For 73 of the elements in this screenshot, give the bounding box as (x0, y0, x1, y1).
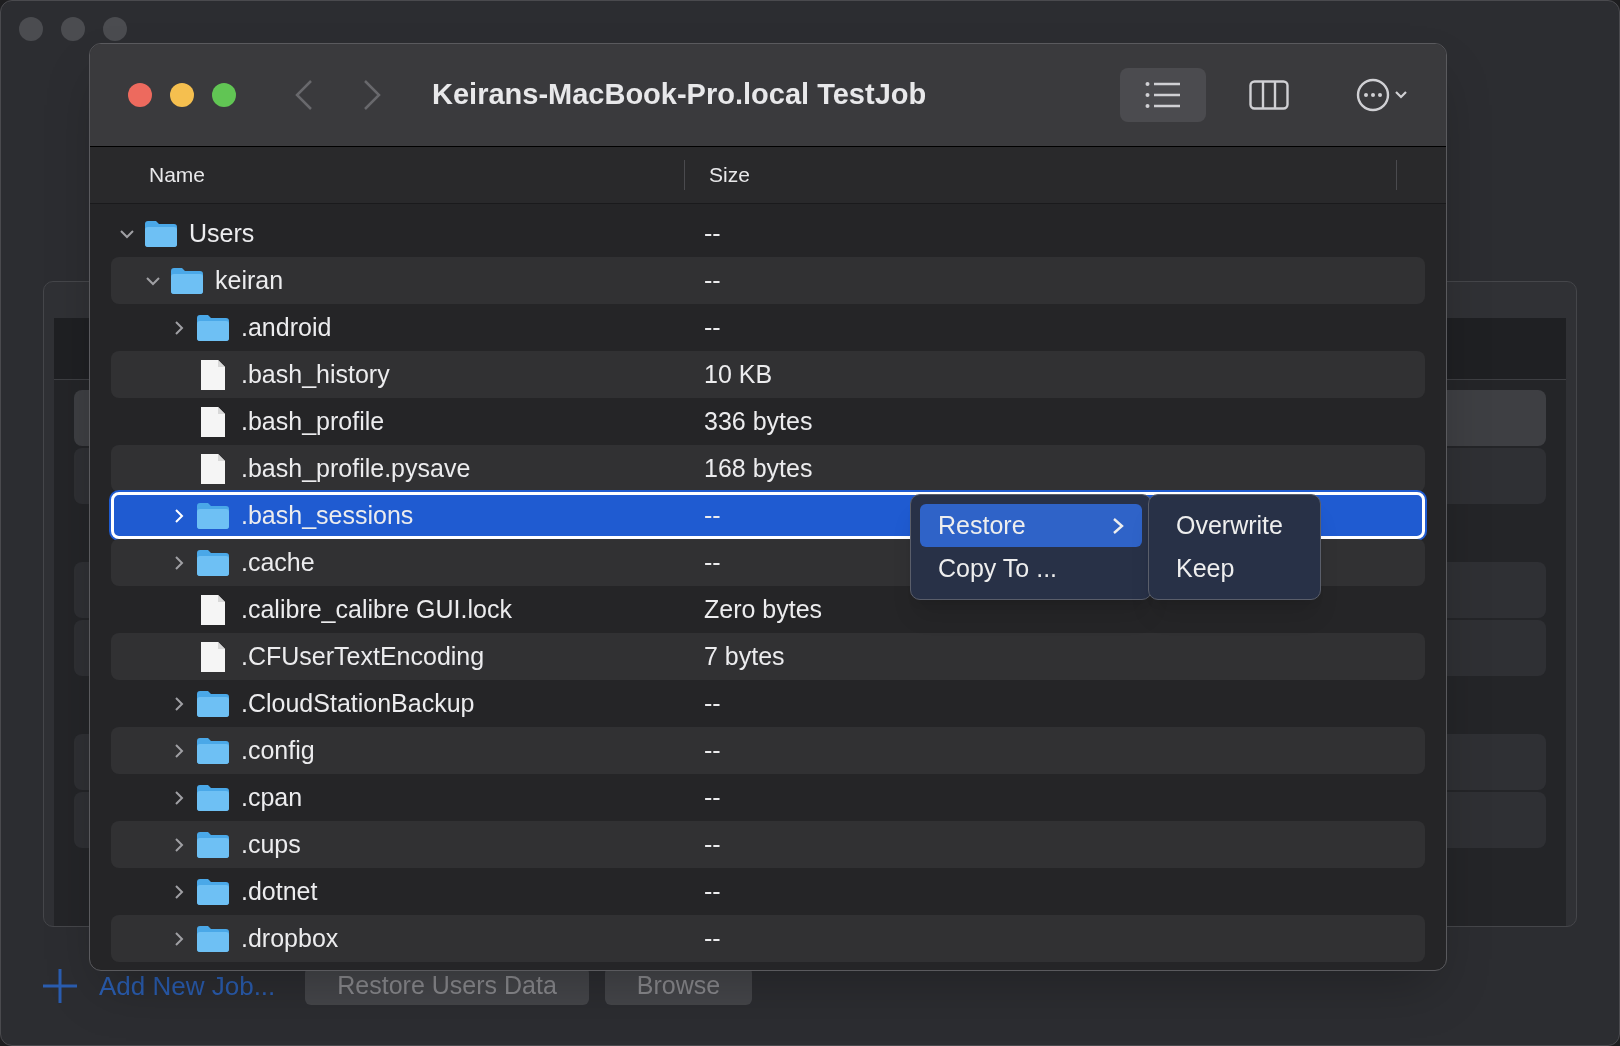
file-size: -- (704, 499, 721, 531)
folder-icon (196, 501, 230, 530)
zoom-icon[interactable] (212, 83, 236, 107)
folder-icon (196, 924, 230, 953)
file-row[interactable]: .CloudStationBackup -- (111, 680, 1425, 727)
document-icon (200, 358, 226, 391)
file-size: -- (704, 217, 721, 249)
file-row[interactable]: keiran -- (111, 257, 1425, 304)
file-row[interactable]: .cpan -- (111, 774, 1425, 821)
file-name: .cache (241, 546, 315, 578)
file-size: 168 bytes (704, 452, 813, 484)
file-name: .bash_history (241, 358, 390, 390)
document-icon (200, 405, 226, 438)
file-size: -- (704, 546, 721, 578)
file-row[interactable]: .bash_profile 336 bytes (111, 398, 1425, 445)
file-row[interactable]: .bash_history 10 KB (111, 351, 1425, 398)
file-name: .bash_sessions (241, 499, 414, 531)
folder-icon (144, 219, 178, 248)
file-name: .cpan (241, 781, 303, 813)
document-icon (200, 640, 226, 673)
folder-icon (196, 689, 230, 718)
file-row[interactable]: .android -- (111, 304, 1425, 351)
file-size: -- (704, 781, 721, 813)
file-size: -- (704, 687, 721, 719)
file-name: .CFUserTextEncoding (241, 640, 485, 672)
file-row[interactable]: .config -- (111, 727, 1425, 774)
column-header[interactable]: Name (90, 159, 684, 191)
file-name: .calibre_calibre GUI.lock (241, 593, 512, 625)
file-size: 336 bytes (704, 405, 813, 437)
file-row[interactable]: .dropbox -- (111, 915, 1425, 962)
folder-icon (196, 736, 230, 765)
close-icon[interactable] (128, 83, 152, 107)
file-size: 7 bytes (704, 640, 785, 672)
file-name: Users (189, 217, 255, 249)
list-view-button[interactable] (1120, 68, 1206, 122)
file-name: .android (241, 311, 332, 343)
file-size: -- (704, 922, 721, 954)
file-row[interactable]: .bash_profile.pysave 168 bytes (111, 445, 1425, 492)
file-name: .dropbox (241, 922, 339, 954)
folder-icon (170, 266, 204, 295)
file-name: .bash_profile.pysave (241, 452, 471, 484)
file-size: -- (704, 734, 721, 766)
file-name: .config (241, 734, 315, 766)
folder-icon (196, 877, 230, 906)
file-row[interactable]: .CFUserTextEncoding 7 bytes (111, 633, 1425, 680)
file-size: -- (704, 264, 721, 296)
file-size: Zero bytes (704, 593, 823, 625)
more-options-icon[interactable] (1356, 78, 1408, 112)
document-icon (200, 593, 226, 626)
columns-icon (1249, 80, 1289, 110)
file-size: -- (704, 311, 721, 343)
file-name: .bash_profile (241, 405, 385, 437)
file-row[interactable]: .cups -- (111, 821, 1425, 868)
file-size: 10 KB (704, 358, 773, 390)
file-size: -- (704, 875, 721, 907)
document-icon (200, 452, 226, 485)
file-name: .CloudStationBackup (241, 687, 475, 719)
plus-icon (43, 969, 77, 1003)
folder-icon (196, 783, 230, 812)
file-name: keiran (215, 264, 284, 296)
window-title: Keirans-MacBook-Pro.local TestJob (432, 77, 927, 113)
folder-icon (196, 313, 230, 342)
file-row[interactable]: .dotnet -- (111, 868, 1425, 915)
column-header[interactable]: Size (685, 159, 1396, 191)
list-icon (1145, 82, 1181, 108)
file-row[interactable]: Users -- (111, 210, 1425, 257)
folder-icon (196, 548, 230, 577)
file-name: .dotnet (241, 875, 318, 907)
file-name: .cups (241, 828, 301, 860)
file-size: -- (704, 828, 721, 860)
minimize-icon[interactable] (170, 83, 194, 107)
menu-item[interactable]: Restore (920, 504, 1142, 547)
folder-icon (196, 830, 230, 859)
